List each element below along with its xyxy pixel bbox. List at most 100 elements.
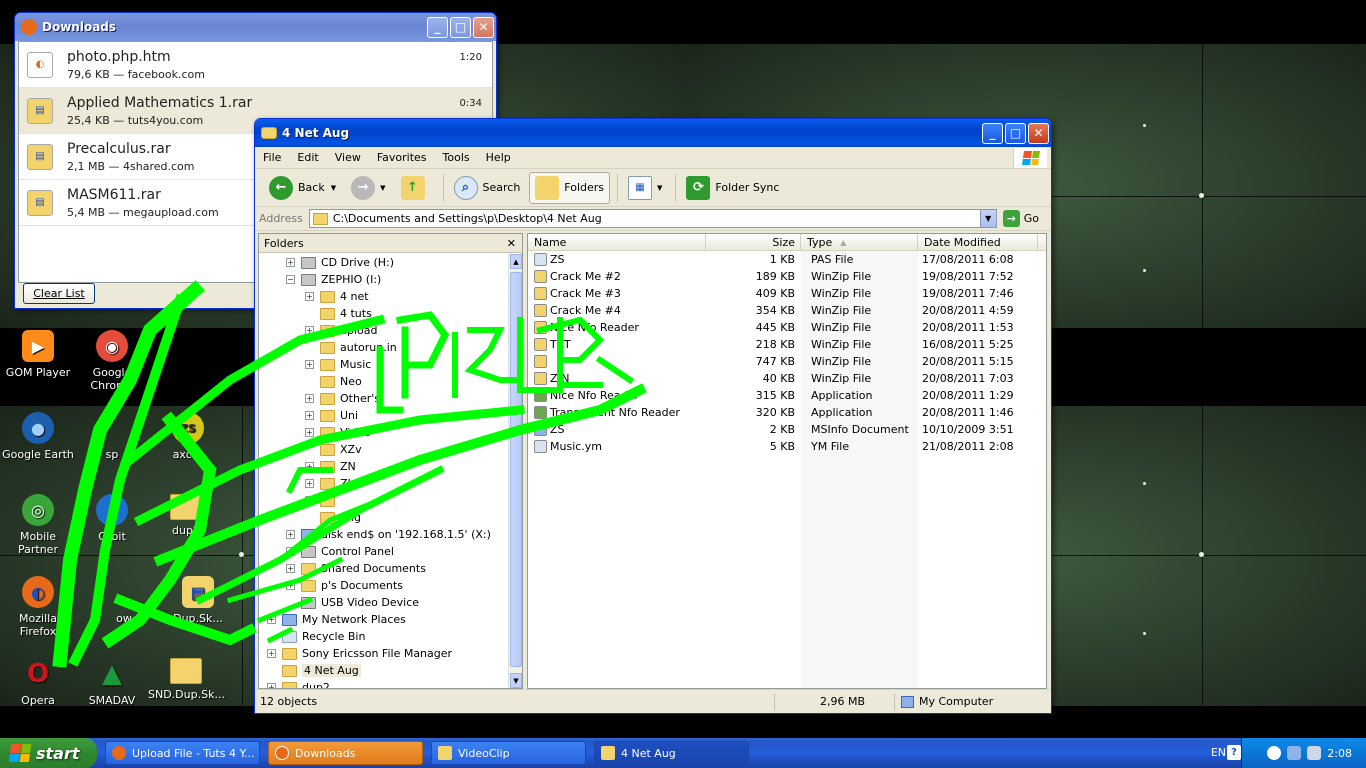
- tree-item[interactable]: + ZI: [305, 475, 351, 492]
- tree-item[interactable]: + CD Drive (H:): [286, 254, 394, 271]
- tree-item[interactable]: autorun.in: [305, 339, 397, 356]
- menu-edit[interactable]: Edit: [289, 151, 326, 164]
- file-row[interactable]: Nice Nfo Reader 315 KB Application 20/08/20…: [528, 387, 1046, 404]
- tree-item[interactable]: 4 tuts: [305, 305, 372, 322]
- expand-icon[interactable]: +: [286, 581, 295, 590]
- desktop-icon-google-earth[interactable]: ● Google Earth: [0, 412, 76, 461]
- tree-item[interactable]: + Other's: [305, 390, 380, 407]
- tree-item[interactable]: Recycle Bin: [267, 628, 365, 645]
- taskbar-item-active[interactable]: Downloads: [268, 741, 423, 765]
- close-icon[interactable]: ✕: [507, 237, 516, 250]
- column-date-modified[interactable]: Date Modified: [918, 234, 1038, 250]
- expand-icon[interactable]: +: [267, 615, 276, 624]
- chevron-down-icon[interactable]: ▼: [979, 210, 996, 227]
- minimize-button[interactable]: _: [427, 16, 448, 38]
- tree-item[interactable]: nhg: [305, 509, 361, 526]
- address-input[interactable]: C:\Documents and Settings\p\Desktop\4 Ne…: [308, 209, 997, 228]
- explorer-titlebar[interactable]: 4 Net Aug _ □ ✕: [255, 119, 1051, 147]
- tree-item[interactable]: + dup2: [267, 679, 330, 688]
- expand-icon[interactable]: +: [305, 428, 314, 437]
- taskbar-item[interactable]: 4 Net Aug: [594, 741, 749, 765]
- scrollbar-thumb[interactable]: [510, 272, 522, 667]
- tree-item[interactable]: + Video: [305, 424, 371, 441]
- tree-item[interactable]: XZv: [305, 441, 362, 458]
- tree-item[interactable]: + disk end$ on '192.168.1.5' (X:): [286, 526, 491, 543]
- help-icon[interactable]: ?: [1227, 745, 1241, 760]
- desktop-icon-axcur[interactable]: ZS axcur: [150, 412, 226, 461]
- tree-item[interactable]: USB Video Device: [286, 594, 419, 611]
- desktop-icon-firefox[interactable]: ◐ Mozilla Firefox: [0, 576, 76, 638]
- views-button[interactable]: ▦ ▼: [622, 172, 668, 204]
- expand-icon[interactable]: +: [305, 360, 314, 369]
- desktop-icon-opera[interactable]: O Opera: [0, 658, 76, 707]
- expand-icon[interactable]: +: [305, 496, 314, 505]
- tree-item[interactable]: +: [305, 492, 340, 509]
- up-folder-button[interactable]: ↑: [395, 172, 436, 204]
- file-row[interactable]: TXT 218 KB WinZip File 16/08/2011 5:25: [528, 336, 1046, 353]
- desktop-icon-chrome[interactable]: ◉ Google Chrome: [74, 330, 150, 392]
- tree-item[interactable]: + My Network Places: [267, 611, 406, 628]
- go-button[interactable]: → Go: [1002, 210, 1039, 227]
- file-row[interactable]: Music.ym 5 KB YM File 21/08/2011 2:08: [528, 438, 1046, 455]
- file-row[interactable]: Crack Me #4 354 KB WinZip File 20/08/2011 4…: [528, 302, 1046, 319]
- file-row[interactable]: Nice Nfo Reader 445 KB WinZip File 20/08/20…: [528, 319, 1046, 336]
- expand-icon[interactable]: +: [305, 326, 314, 335]
- tree-item[interactable]: 4 Net Aug: [267, 662, 361, 679]
- desktop-icon-dup-sk[interactable]: ▤ Dup.Sk...: [160, 576, 236, 625]
- expand-icon[interactable]: +: [305, 462, 314, 471]
- column-size[interactable]: Size: [706, 234, 801, 250]
- tree-item[interactable]: + Shared Documents: [286, 560, 426, 577]
- expand-icon[interactable]: +: [286, 258, 295, 267]
- column-name[interactable]: Name: [528, 234, 706, 250]
- tree-item[interactable]: − ZEPHIO (I:): [286, 271, 381, 288]
- desktop-icon-mobile-partner[interactable]: ◎ Mobile Partner: [0, 494, 76, 556]
- taskbar-item[interactable]: Upload File - Tuts 4 Y...: [105, 741, 260, 765]
- forward-button[interactable]: → ▼: [345, 172, 391, 204]
- tree-item[interactable]: + Uni: [305, 407, 358, 424]
- desktop-icon-smadav[interactable]: ▲ SMADAV: [74, 658, 150, 707]
- desktop-icon-gom-player[interactable]: ▶ GOM Player: [0, 330, 76, 379]
- network-icon[interactable]: [1287, 746, 1302, 760]
- tray-arrow-icon[interactable]: [1267, 746, 1282, 760]
- tree-item[interactable]: + Sony Ericsson File Manager: [267, 645, 452, 662]
- desktop-icon-snd-dup-sk[interactable]: SND.Dup.Sk...: [148, 658, 225, 701]
- desktop-icon-sp[interactable]: sp: [74, 412, 150, 461]
- tree-item[interactable]: Neo: [305, 373, 362, 390]
- file-row[interactable]: ZS 1 KB PAS File 17/08/2011 6:08: [528, 251, 1046, 268]
- tree-item[interactable]: + ZN: [305, 458, 356, 475]
- file-row[interactable]: Crack Me #3 409 KB WinZip File 19/08/2011 7…: [528, 285, 1046, 302]
- vertical-scrollbar[interactable]: ▲ ▼: [508, 254, 522, 688]
- desktop-icon-dup2[interactable]: dup2: [148, 494, 224, 537]
- back-button[interactable]: ← Back ▼: [263, 172, 342, 204]
- tree-item[interactable]: + p's Documents: [286, 577, 403, 594]
- expand-icon[interactable]: +: [305, 394, 314, 403]
- scroll-up-icon[interactable]: ▲: [510, 254, 522, 269]
- expand-icon[interactable]: +: [267, 683, 276, 688]
- expand-icon[interactable]: +: [305, 292, 314, 301]
- file-row[interactable]: Transparent Nfo Reader 320 KB Application 2…: [528, 404, 1046, 421]
- expand-icon[interactable]: +: [286, 530, 295, 539]
- maximize-button[interactable]: □: [1005, 122, 1026, 144]
- file-row[interactable]: Z-N 40 KB WinZip File 20/08/2011 7:03: [528, 370, 1046, 387]
- desktop-icon-orbit[interactable]: ↓ Orbit: [74, 494, 150, 543]
- column-type[interactable]: Type ▲: [801, 234, 918, 250]
- start-button[interactable]: start: [0, 738, 97, 768]
- download-item[interactable]: ◐ photo.php.htm 79,6 KB — facebook.com 1…: [19, 42, 492, 88]
- file-row[interactable]: 747 KB WinZip File 20/08/2011 5:15: [528, 353, 1046, 370]
- tree-item[interactable]: + upload: [305, 322, 377, 339]
- close-button[interactable]: ✕: [473, 16, 494, 38]
- taskbar-item[interactable]: VideoClip: [431, 741, 586, 765]
- folder-sync-button[interactable]: ⟳ Folder Sync: [680, 172, 785, 204]
- expand-icon[interactable]: +: [286, 564, 295, 573]
- menu-file[interactable]: File: [255, 151, 289, 164]
- clear-list-button[interactable]: Clear List: [23, 283, 95, 304]
- expand-icon[interactable]: +: [267, 649, 276, 658]
- expand-icon[interactable]: +: [305, 479, 314, 488]
- menu-favorites[interactable]: Favorites: [369, 151, 435, 164]
- tree-item[interactable]: + Music: [305, 356, 371, 373]
- scroll-down-icon[interactable]: ▼: [510, 673, 522, 688]
- explorer-window[interactable]: 4 Net Aug _ □ ✕ File Edit View Favorites…: [254, 118, 1052, 714]
- file-row[interactable]: ZS 2 KB MSInfo Document 10/10/2009 3:51: [528, 421, 1046, 438]
- language-indicator[interactable]: EN: [1211, 746, 1226, 759]
- menu-view[interactable]: View: [327, 151, 369, 164]
